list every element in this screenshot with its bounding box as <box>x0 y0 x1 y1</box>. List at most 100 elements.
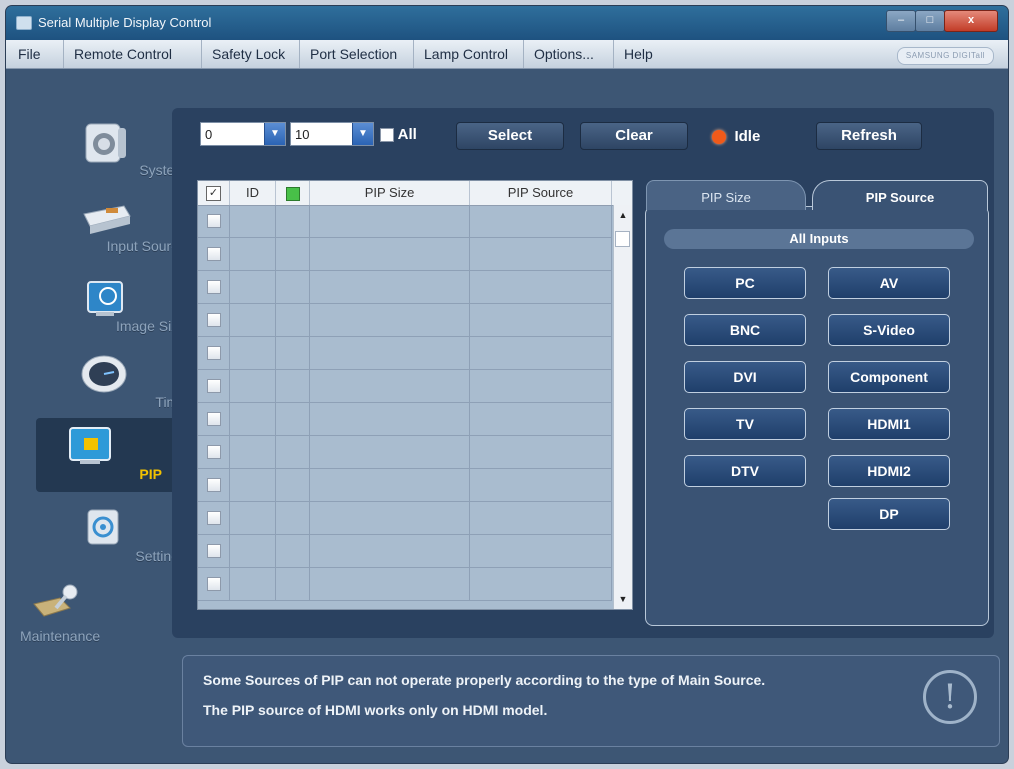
title-bar[interactable]: Serial Multiple Display Control – □ x <box>6 6 1008 40</box>
source-component-button[interactable]: Component <box>828 361 950 393</box>
sidebar-item-maintenance[interactable]: Maintenance <box>0 582 174 658</box>
table-cell <box>276 238 310 270</box>
table-cell <box>310 304 470 336</box>
checkmark-icon[interactable]: ✓ <box>206 186 221 202</box>
clear-button[interactable]: Clear <box>580 122 688 150</box>
table-row[interactable] <box>198 535 612 568</box>
table-cell <box>276 205 310 237</box>
table-cell <box>470 205 612 237</box>
table-cell <box>230 502 276 534</box>
all-checkbox-group[interactable]: All <box>380 126 417 143</box>
table-cell <box>230 436 276 468</box>
source-svideo-button[interactable]: S-Video <box>828 314 950 346</box>
table-row[interactable] <box>198 436 612 469</box>
settings-icon <box>78 506 132 550</box>
table-cell <box>276 271 310 303</box>
row-checkbox[interactable] <box>207 478 221 492</box>
chevron-down-icon[interactable]: ▼ <box>264 123 285 145</box>
source-hdmi1-button[interactable]: HDMI1 <box>828 408 950 440</box>
all-checkbox[interactable] <box>380 128 394 143</box>
row-checkbox[interactable] <box>207 247 221 261</box>
table-row[interactable] <box>198 304 612 337</box>
select-all-header[interactable]: ✓ <box>198 181 230 205</box>
row-checkbox[interactable] <box>207 313 221 327</box>
source-hdmi2-button[interactable]: HDMI2 <box>828 455 950 487</box>
select-button[interactable]: Select <box>456 122 564 150</box>
source-bnc-button[interactable]: BNC <box>684 314 806 346</box>
row-checkbox[interactable] <box>207 412 221 426</box>
menu-help[interactable]: Help <box>614 40 678 68</box>
window-title: Serial Multiple Display Control <box>38 15 212 30</box>
close-button[interactable]: x <box>944 10 998 32</box>
all-label: All <box>397 126 417 143</box>
menu-port-selection[interactable]: Port Selection <box>300 40 414 68</box>
table-cell <box>310 436 470 468</box>
table-row[interactable] <box>198 370 612 403</box>
row-checkbox[interactable] <box>207 577 221 591</box>
table-scrollbar[interactable]: ▲ ▼ <box>613 205 632 609</box>
menu-safety-lock[interactable]: Safety Lock <box>202 40 300 68</box>
row-checkbox[interactable] <box>207 379 221 393</box>
row-checkbox[interactable] <box>207 445 221 459</box>
row-checkbox[interactable] <box>207 214 221 228</box>
tab-pip-size[interactable]: PIP Size <box>646 180 806 210</box>
table-header: ✓ ID PIP Size PIP Source <box>198 181 632 206</box>
input-source-icon <box>78 196 132 240</box>
row-checkbox[interactable] <box>207 544 221 558</box>
table-cell <box>230 337 276 369</box>
status-text: Idle <box>734 128 761 146</box>
to-id-value: 10 <box>295 127 310 142</box>
table-cell <box>310 337 470 369</box>
source-dtv-button[interactable]: DTV <box>684 455 806 487</box>
display-table: ✓ ID PIP Size PIP Source ▲ ▼ <box>197 180 633 610</box>
maximize-button[interactable]: □ <box>915 10 945 32</box>
table-cell <box>310 469 470 501</box>
table-row[interactable] <box>198 568 612 601</box>
to-id-combo[interactable]: 10 ▼ <box>290 122 374 146</box>
table-row[interactable] <box>198 271 612 304</box>
table-row[interactable] <box>198 238 612 271</box>
chevron-down-icon[interactable]: ▼ <box>352 123 373 145</box>
refresh-button[interactable]: Refresh <box>816 122 922 150</box>
scroll-thumb[interactable] <box>615 231 630 247</box>
table-cell <box>470 568 612 600</box>
menu-lamp-control[interactable]: Lamp Control <box>414 40 524 68</box>
from-id-combo[interactable]: 0 ▼ <box>200 122 286 146</box>
source-dp-button[interactable]: DP <box>828 498 950 530</box>
table-row[interactable] <box>198 337 612 370</box>
scroll-up-icon[interactable]: ▲ <box>615 207 631 223</box>
menu-remote-control[interactable]: Remote Control <box>64 40 202 68</box>
image-size-icon <box>78 276 132 320</box>
table-cell <box>310 502 470 534</box>
menu-file[interactable]: File <box>8 40 64 68</box>
table-cell <box>470 403 612 435</box>
source-dvi-button[interactable]: DVI <box>684 361 806 393</box>
table-cell <box>470 535 612 567</box>
system-icon <box>78 120 132 164</box>
minimize-button[interactable]: – <box>886 10 916 32</box>
note-line-1: Some Sources of PIP can not operate prop… <box>203 672 766 688</box>
table-cell <box>230 403 276 435</box>
status-led-icon <box>712 129 726 144</box>
column-pip-size: PIP Size <box>310 181 470 205</box>
table-row[interactable] <box>198 469 612 502</box>
sidebar-item-pip[interactable]: PIP <box>36 418 174 492</box>
table-row[interactable] <box>198 205 612 238</box>
row-checkbox[interactable] <box>207 280 221 294</box>
clock-icon <box>78 352 132 396</box>
menu-bar: File Remote Control Safety Lock Port Sel… <box>6 40 1008 69</box>
table-cell <box>230 370 276 402</box>
tab-pip-source[interactable]: PIP Source <box>812 180 988 210</box>
row-checkbox[interactable] <box>207 346 221 360</box>
table-row[interactable] <box>198 502 612 535</box>
app-icon <box>16 16 32 30</box>
table-cell <box>276 469 310 501</box>
source-av-button[interactable]: AV <box>828 267 950 299</box>
row-checkbox[interactable] <box>207 511 221 525</box>
table-cell <box>230 304 276 336</box>
source-tv-button[interactable]: TV <box>684 408 806 440</box>
menu-options[interactable]: Options... <box>524 40 614 68</box>
source-pc-button[interactable]: PC <box>684 267 806 299</box>
table-row[interactable] <box>198 403 612 436</box>
scroll-down-icon[interactable]: ▼ <box>615 591 631 607</box>
